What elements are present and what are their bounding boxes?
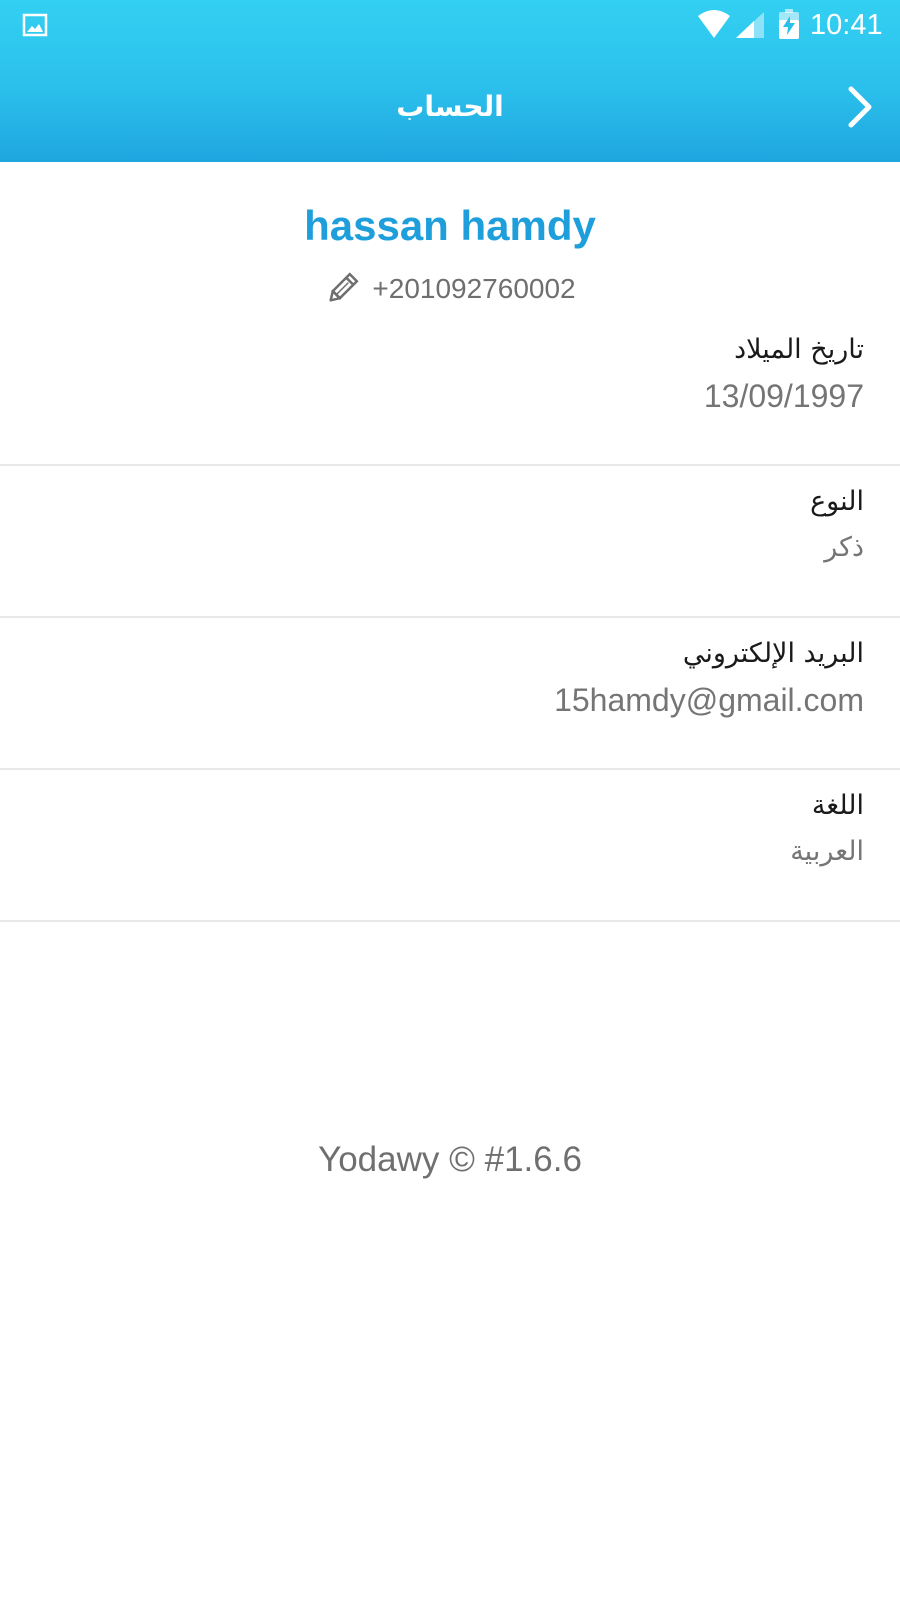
pencil-icon[interactable] bbox=[324, 271, 360, 307]
wifi-icon bbox=[696, 10, 732, 40]
app-bar: الحساب bbox=[0, 52, 900, 162]
gender-value: ذكر bbox=[824, 532, 864, 563]
page-title: الحساب bbox=[396, 90, 504, 123]
gender-row[interactable]: النوع ذكر bbox=[0, 466, 900, 618]
birthdate-value: 13/09/1997 bbox=[703, 378, 864, 414]
phone-row: +201092760002 bbox=[0, 264, 900, 314]
gender-label: النوع bbox=[810, 486, 864, 517]
status-bar: 10:41 bbox=[0, 0, 900, 52]
gallery-icon bbox=[22, 12, 48, 38]
language-label: اللغة bbox=[811, 790, 864, 821]
language-row[interactable]: اللغة العربية bbox=[0, 770, 900, 922]
back-button[interactable] bbox=[836, 82, 886, 132]
profile-name: hassan hamdy bbox=[304, 202, 596, 249]
header: 10:41 الحساب bbox=[0, 0, 900, 162]
language-value: العربية bbox=[790, 836, 864, 867]
birthdate-row[interactable]: تاريخ الميلاد 13/09/1997 bbox=[0, 314, 900, 466]
email-row[interactable]: البريد الإلكتروني 15hamdy@gmail.com bbox=[0, 618, 900, 770]
account-screen: 10:41 الحساب hassan hamdy +201092760002 … bbox=[0, 0, 900, 1600]
status-time: 10:41 bbox=[810, 9, 883, 41]
email-label: البريد الإلكتروني bbox=[682, 638, 864, 669]
app-version: Yodawy © #1.6.6 bbox=[318, 1140, 582, 1179]
phone-number: +201092760002 bbox=[372, 273, 576, 304]
birthdate-label: تاريخ الميلاد bbox=[734, 334, 864, 365]
signal-icon bbox=[734, 10, 766, 40]
battery-charging-icon bbox=[778, 8, 800, 40]
chevron-right-icon bbox=[848, 86, 872, 128]
email-value: 15hamdy@gmail.com bbox=[554, 682, 864, 718]
